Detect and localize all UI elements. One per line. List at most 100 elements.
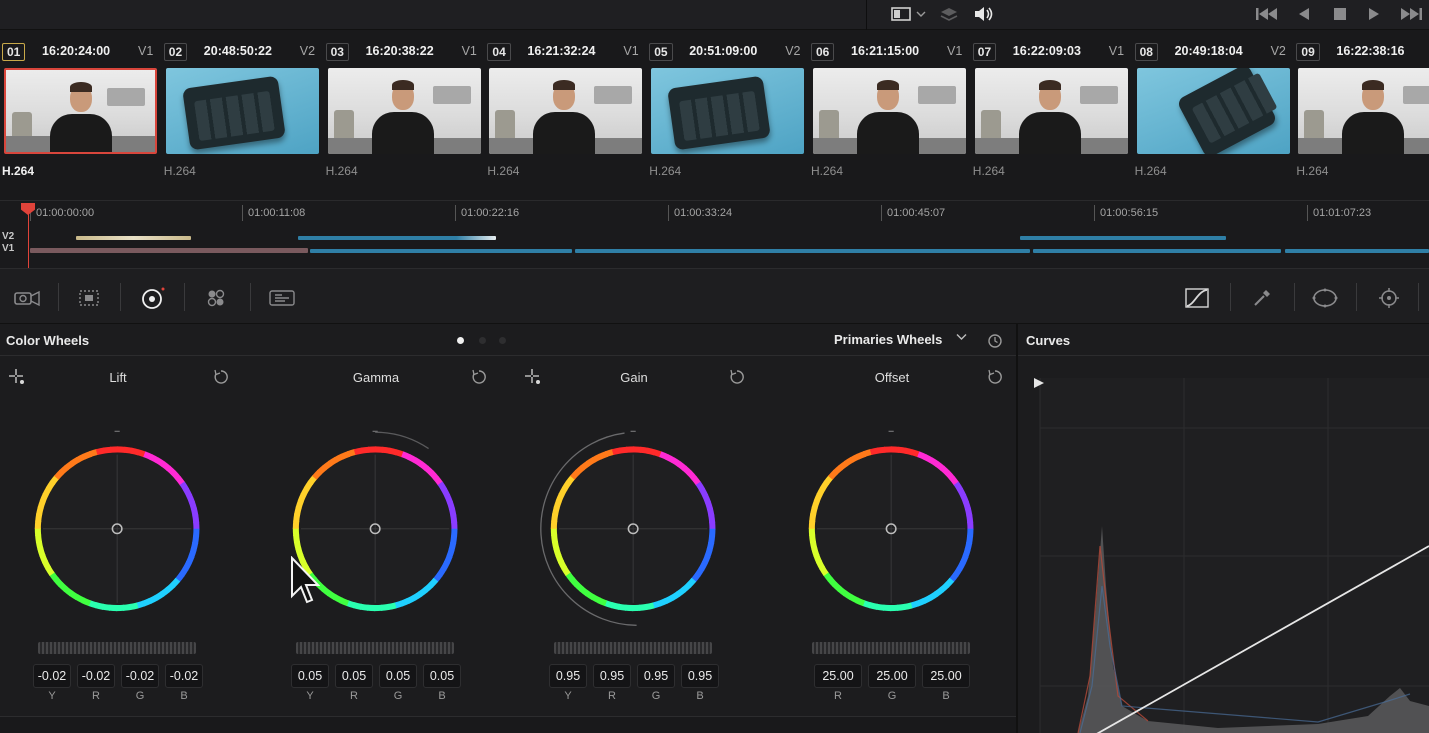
timeline-clip-v1[interactable] (575, 249, 1030, 253)
clip-track: V1 (947, 44, 963, 58)
clip-thumbnail[interactable]: 07 16:22:09:03 V1 H.264 (971, 40, 1133, 190)
clip-thumbnail-image[interactable] (165, 68, 319, 154)
curves-icon[interactable] (1182, 285, 1212, 311)
stop-icon[interactable] (1330, 3, 1350, 25)
reset-all-icon[interactable] (986, 332, 1004, 355)
speaker-icon[interactable] (972, 3, 996, 25)
timeline-clip-v1-selected[interactable] (30, 248, 308, 253)
timeline-clip-v1[interactable] (1285, 249, 1429, 253)
wheel-ring[interactable] (0, 396, 236, 646)
playhead-line (28, 213, 29, 269)
master-wheel-slider[interactable] (812, 642, 970, 654)
qualifier-eyedropper-icon[interactable] (1247, 285, 1277, 311)
reset-icon[interactable] (212, 368, 230, 391)
wheel-ring[interactable] (516, 396, 752, 646)
wheel-value-field[interactable]: 0.05 (379, 664, 417, 688)
panel-footer (0, 716, 1016, 733)
timeline-clip-v2[interactable] (1020, 236, 1226, 240)
wheel-value-field[interactable]: 0.95 (637, 664, 675, 688)
wheel-channel-label: G (393, 690, 403, 702)
clip-header: 04 16:21:32:24 V1 (485, 43, 647, 61)
clip-thumbnail-image[interactable] (974, 68, 1128, 154)
wheel-value-field[interactable]: 0.95 (549, 664, 587, 688)
wheel-value-field[interactable]: 0.05 (335, 664, 373, 688)
motion-effects-icon[interactable] (267, 285, 297, 311)
clip-thumbnail-image[interactable] (327, 68, 481, 154)
camera-raw-icon[interactable] (12, 285, 42, 311)
palette-divider (250, 283, 251, 311)
page-dot-2[interactable] (479, 337, 486, 344)
page-dot-1[interactable] (457, 337, 464, 344)
clip-thumbnail[interactable]: 08 20:49:18:04 V2 H.264 (1133, 40, 1295, 190)
clip-thumbnail[interactable]: 04 16:21:32:24 V1 H.264 (485, 40, 647, 190)
timeline-ruler[interactable]: 01:00:00:00 01:00:11:08 01:00:22:16 01:00:3… (0, 201, 1429, 227)
timeline-tick-label: 01:00:22:16 (454, 205, 520, 221)
wheel-value-field[interactable]: -0.02 (77, 664, 115, 688)
timeline-clip-v1[interactable] (310, 249, 572, 253)
clip-thumbnail-image[interactable] (813, 68, 966, 154)
wheel-value-field[interactable]: -0.02 (165, 664, 203, 688)
wheel-value-field[interactable]: 0.95 (681, 664, 719, 688)
rgb-mixer-icon[interactable] (201, 285, 231, 311)
curves-graph[interactable] (1018, 356, 1429, 733)
wheel-value-field[interactable]: 0.05 (423, 664, 461, 688)
clip-thumbnail[interactable]: 06 16:21:15:00 V1 H.264 (809, 40, 971, 190)
clip-track: V2 (1270, 44, 1286, 58)
clip-thumbnail[interactable]: 05 20:51:09:00 V2 H.264 (647, 40, 809, 190)
play-icon[interactable] (1364, 3, 1384, 25)
wheel-value-field[interactable]: 25.00 (868, 664, 916, 688)
wheel-ring[interactable] (258, 396, 494, 646)
wheel-value-field[interactable]: -0.02 (33, 664, 71, 688)
timeline-clip-v2[interactable] (76, 236, 191, 240)
wheel-channel-label: G (887, 690, 897, 702)
layers-icon[interactable] (938, 3, 960, 25)
master-wheel-slider[interactable] (296, 642, 454, 654)
wheel-channel-label: G (135, 690, 145, 702)
wheel-value-field[interactable]: 25.00 (922, 664, 970, 688)
palette-divider (120, 283, 121, 311)
skip-to-end-icon[interactable] (1398, 3, 1424, 25)
wheel-value-field[interactable]: -0.02 (121, 664, 159, 688)
clip-thumbnail-image[interactable] (1298, 68, 1429, 154)
clip-number: 03 (325, 43, 349, 61)
reset-icon[interactable] (470, 368, 488, 391)
chevron-down-icon[interactable] (914, 3, 928, 25)
skip-to-start-icon[interactable] (1254, 3, 1280, 25)
clip-thumbnail-image[interactable] (4, 68, 157, 154)
clip-thumbnail[interactable]: 03 16:20:38:22 V1 H.264 (324, 40, 486, 190)
chevron-down-icon[interactable] (956, 332, 967, 344)
timeline-clip-v2[interactable] (298, 236, 496, 240)
wheel-value-field[interactable]: 25.00 (814, 664, 862, 688)
reset-icon[interactable] (728, 368, 746, 391)
tracker-icon[interactable] (1374, 285, 1404, 311)
clip-thumbnail-image[interactable] (1136, 68, 1290, 154)
timeline-clip-v1[interactable] (1033, 249, 1281, 253)
clip-thumbnail-image[interactable] (651, 68, 805, 154)
palette-divider (1230, 283, 1231, 311)
page-dot-3[interactable] (499, 337, 506, 344)
clip-codec: H.264 (2, 164, 35, 178)
play-reverse-icon[interactable] (1294, 3, 1314, 25)
color-wheels-header: Color Wheels Primaries Wheels (0, 324, 1016, 356)
clip-thumbnail[interactable]: 09 16:22:38:16 H.264 (1294, 40, 1429, 190)
clip-thumbnail-image[interactable] (489, 68, 643, 154)
wheel-ring[interactable] (774, 396, 1010, 646)
clip-header: 05 20:51:09:00 V2 (647, 43, 809, 61)
wheel-values-row: 0.95 0.95 0.95 0.95 (516, 664, 752, 688)
wheel-channel-label: R (92, 690, 100, 702)
wheel-value-field[interactable]: 0.95 (593, 664, 631, 688)
window-power-window-icon[interactable] (1310, 285, 1340, 311)
reset-icon[interactable] (986, 368, 1004, 391)
master-wheel-slider[interactable] (554, 642, 712, 654)
viewer-layout-icon[interactable] (890, 3, 912, 25)
wheel-value-field[interactable]: 0.05 (291, 664, 329, 688)
wheels-mode-dropdown[interactable]: Primaries Wheels (834, 332, 942, 347)
wheel-values-row: -0.02 -0.02 -0.02 -0.02 (0, 664, 236, 688)
mini-timeline[interactable]: 01:00:00:00 01:00:11:08 01:00:22:16 01:00:3… (0, 200, 1429, 269)
master-wheel-slider[interactable] (38, 642, 196, 654)
color-match-icon[interactable] (74, 285, 104, 311)
clip-thumbnail[interactable]: 02 20:48:50:22 V2 H.264 (162, 40, 324, 190)
clip-thumbnail[interactable]: 01 16:20:24:00 V1 H.264 (0, 40, 162, 190)
wheel-channel-label: B (180, 690, 188, 702)
color-wheels-icon[interactable] (137, 285, 167, 311)
